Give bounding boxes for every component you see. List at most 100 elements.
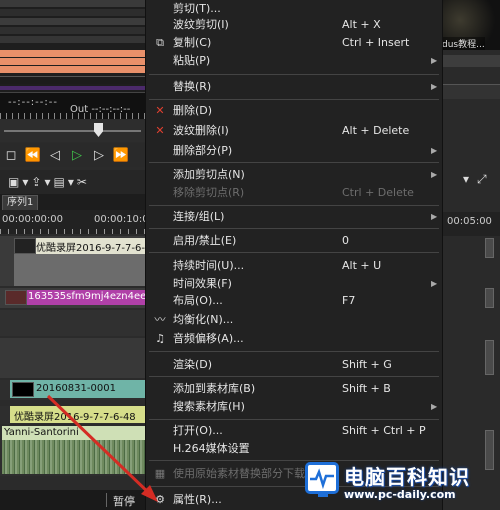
timeline-toolbar: ▣ ▾ ⇪ ▾ ▤ ▾ ✂: [0, 170, 145, 194]
step-back-icon[interactable]: ◁: [44, 148, 66, 163]
properties-icon: ⚙: [155, 493, 165, 506]
empty-track[interactable]: [0, 310, 145, 336]
menu-item-label: 移除剪切点(R): [173, 186, 245, 199]
menu-item-shortcut: Ctrl + Insert: [342, 36, 410, 49]
context-menu: 剪切(T)... 波纹剪切(I) Alt + X ⧉ 复制(C) Ctrl + …: [145, 0, 443, 510]
mini-track-orange: [0, 66, 145, 73]
fast-forward-icon[interactable]: ⏩: [110, 148, 132, 163]
submenu-arrow-icon: ▶: [431, 170, 438, 179]
video-track-1[interactable]: 优酷录屏2016-9-7-7-6-48: [0, 236, 158, 286]
menu-item-ripple-cut[interactable]: 波纹剪切(I) Alt + X: [146, 15, 442, 34]
dropdown-icon[interactable]: ▾: [68, 175, 74, 189]
menu-item-label: 使用原始素材替换部分下载: [173, 467, 305, 480]
menu-item-shortcut: Shift + Ctrl + P: [342, 424, 426, 437]
timeline-ticks: [0, 229, 145, 234]
dropdown-icon[interactable]: ▾: [44, 175, 50, 189]
track-scroll-handle[interactable]: [485, 288, 494, 308]
menu-item-h264-settings[interactable]: H.264媒体设置: [146, 439, 442, 458]
import-icon[interactable]: ⇪: [31, 175, 41, 189]
menu-item-normalize[interactable]: 〰 均衡化(N)...: [146, 310, 442, 329]
scrub-bar[interactable]: [0, 120, 145, 142]
menu-item-enable-disable[interactable]: 启用/禁止(E) 0: [146, 231, 442, 250]
menu-separator: [149, 228, 439, 229]
menu-item-audio-offset[interactable]: ♫ 音频偏移(A)...: [146, 329, 442, 348]
menu-item-replace[interactable]: 替换(R) ▶: [146, 77, 442, 96]
clip-label: 优酷录屏2016-9-7-7-6-48: [36, 243, 158, 254]
right-timecode: 00:05:00: [447, 216, 492, 227]
stop-icon[interactable]: ◻: [0, 148, 22, 163]
clip-label: 优酷录屏2016-9-7-7-6-48: [14, 412, 136, 423]
video-track-2[interactable]: 163535sfm9mj4ezn4eeff: [0, 288, 153, 308]
menu-item-shortcut: 0: [342, 234, 349, 247]
sequence-tab-bar: 序列1: [0, 194, 145, 211]
submenu-arrow-icon: ▶: [431, 146, 438, 155]
menu-item-label: 启用/禁止(E): [173, 234, 237, 247]
menu-item-copy[interactable]: ⧉ 复制(C) Ctrl + Insert: [146, 33, 442, 52]
status-text: 暂停: [113, 495, 135, 508]
menu-item-add-cut-point[interactable]: 添加剪切点(N) ▶: [146, 165, 442, 184]
track-scroll-handle[interactable]: [485, 340, 494, 375]
clip-thumbnail: [12, 382, 34, 397]
video-track-3[interactable]: 20160831-0001: [0, 380, 145, 400]
video-track-4[interactable]: 优酷录屏2016-9-7-7-6-48: [0, 406, 145, 424]
menu-item-search-bin[interactable]: 搜索素材库(H) ▶: [146, 397, 442, 416]
track-scroll-handle[interactable]: [485, 238, 494, 258]
menu-item-label: 音频偏移(A)...: [173, 332, 244, 345]
new-sequence-icon[interactable]: ▣: [8, 175, 19, 189]
menu-item-label: 持续时间(U)...: [173, 259, 245, 272]
menu-item-layout[interactable]: 布局(O)... F7: [146, 291, 442, 310]
dropdown-icon[interactable]: ▾: [463, 172, 469, 190]
submenu-arrow-icon: ▶: [431, 82, 438, 91]
step-forward-icon[interactable]: ▷: [88, 148, 110, 163]
empty-track[interactable]: [0, 338, 145, 378]
watermark-url: www.pc-daily.com: [344, 488, 456, 501]
audio-offset-icon: ♫: [155, 332, 165, 345]
save-icon[interactable]: ▤: [53, 175, 64, 189]
right-panel: dus教程... ▾ ⤢ 00:05:00: [442, 0, 500, 510]
fullscreen-icon[interactable]: ⤢: [477, 172, 487, 190]
menu-item-add-to-bin[interactable]: 添加到素材库(B) Shift + B: [146, 379, 442, 398]
menu-item-shortcut: F7: [342, 294, 356, 307]
menu-item-open[interactable]: 打开(O)... Shift + Ctrl + P: [146, 421, 442, 440]
right-panel-bar: [443, 55, 500, 67]
menu-item-label: 替换(R): [173, 80, 212, 93]
replace-icon: ▦: [154, 467, 166, 480]
menu-item-label: 复制(C): [173, 36, 212, 49]
menu-item-label: 添加剪切点(N): [173, 168, 245, 181]
clip-label: Yanni-Santorini: [4, 427, 79, 438]
menu-item-shortcut: Ctrl + Delete: [342, 186, 414, 199]
menu-item-delete[interactable]: ✕ 删除(D): [146, 101, 442, 120]
menu-item-label: 添加到素材库(B): [173, 382, 256, 395]
menu-item-ripple-delete[interactable]: ✕ 波纹删除(I) Alt + Delete: [146, 121, 442, 140]
menu-item-duration[interactable]: 持续时间(U)... Alt + U: [146, 256, 442, 275]
dropdown-icon[interactable]: ▾: [22, 175, 28, 189]
scrub-handle[interactable]: [94, 123, 103, 137]
tab-sequence1[interactable]: 序列1: [2, 195, 39, 211]
audio-track[interactable]: Yanni-Santorini: [0, 426, 145, 476]
mini-track: [0, 36, 145, 43]
mini-track-purple: [0, 86, 145, 90]
menu-item-label: H.264媒体设置: [173, 442, 250, 455]
bin-item[interactable]: [443, 84, 500, 99]
play-icon[interactable]: ▷: [66, 148, 88, 163]
right-toolbar: ▾ ⤢: [443, 172, 500, 190]
delete-icon: ✕: [155, 104, 165, 117]
menu-item-remove-cut-point[interactable]: 移除剪切点(R) Ctrl + Delete: [146, 183, 442, 202]
transport-controls: ◻ ⏪ ◁ ▷ ▷ ⏩: [0, 143, 145, 167]
menu-item-label: 均衡化(N)...: [173, 313, 234, 326]
menu-item-label: 波纹删除(I): [173, 124, 229, 137]
ruler-ticks: [0, 113, 145, 119]
rewind-icon[interactable]: ⏪: [22, 148, 44, 163]
cut-icon[interactable]: ✂: [77, 175, 87, 189]
monitor-logo-icon: [305, 462, 339, 497]
menu-separator: [149, 252, 439, 253]
menu-item-shortcut: Alt + X: [342, 18, 381, 31]
bin-thumbnail[interactable]: dus教程...: [442, 0, 500, 50]
menu-item-link-group[interactable]: 连接/组(L) ▶: [146, 207, 442, 226]
menu-item-paste[interactable]: 粘贴(P) ▶: [146, 51, 442, 70]
menu-item-delete-part[interactable]: 删除部分(P) ▶: [146, 141, 442, 160]
scrub-line: [4, 130, 141, 132]
mini-track: [0, 0, 145, 7]
menu-item-render[interactable]: 渲染(D) Shift + G: [146, 355, 442, 374]
mini-track: [0, 18, 145, 25]
